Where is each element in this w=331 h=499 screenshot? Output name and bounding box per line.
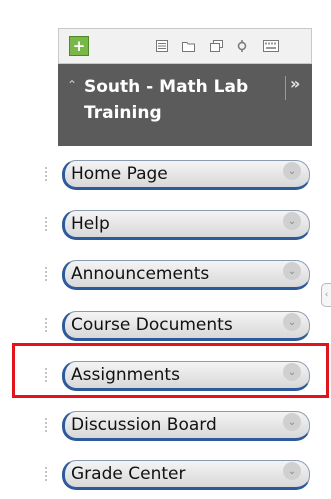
chevron-up-icon[interactable]: ⌃	[67, 78, 77, 92]
nav-item-label: Grade Center	[71, 464, 186, 484]
chevron-down-icon[interactable]: ⌄	[283, 313, 301, 331]
chevron-down-icon[interactable]: ⌄	[283, 413, 301, 431]
nav-item-discussion-board[interactable]: Discussion Board ⌄	[62, 411, 310, 441]
nav-item-label: Course Documents	[71, 315, 233, 335]
nav-item-course-documents[interactable]: Course Documents ⌄	[62, 311, 310, 341]
course-title[interactable]: South - Math Lab Training	[84, 74, 280, 126]
drag-handle-icon[interactable]	[45, 418, 52, 432]
add-menu-item-button[interactable]: +	[69, 36, 89, 56]
drag-handle-icon[interactable]	[45, 167, 52, 181]
nav-item-announcements[interactable]: Announcements ⌄	[62, 260, 310, 290]
collapse-menu-button[interactable]: »	[290, 74, 300, 93]
nav-item-label: Home Page	[71, 164, 168, 184]
refresh-icon[interactable]	[235, 39, 249, 53]
drag-handle-icon[interactable]	[45, 267, 52, 281]
chevron-down-icon[interactable]: ⌄	[283, 212, 301, 230]
chevron-left-icon: ‹	[324, 290, 329, 300]
folder-icon[interactable]	[181, 39, 195, 53]
drag-handle-icon[interactable]	[45, 318, 52, 332]
drag-handle-icon[interactable]	[45, 217, 52, 231]
chevron-down-icon[interactable]: ⌄	[283, 262, 301, 280]
header-divider	[285, 76, 286, 100]
side-collapse-handle[interactable]: ‹	[321, 283, 331, 307]
nav-item-home-page[interactable]: Home Page ⌄	[62, 160, 310, 190]
plus-icon: +	[72, 36, 86, 55]
course-menu-toolbar: +	[58, 28, 312, 64]
keyboard-icon[interactable]	[263, 39, 279, 53]
nav-item-label: Help	[71, 214, 110, 234]
nav-item-grade-center[interactable]: Grade Center ⌄	[62, 460, 310, 490]
nav-item-help[interactable]: Help ⌄	[62, 210, 310, 240]
highlight-box	[12, 343, 329, 398]
chevron-down-icon[interactable]: ⌄	[283, 162, 301, 180]
drag-handle-icon[interactable]	[45, 467, 52, 481]
list-icon[interactable]	[155, 39, 169, 53]
nav-item-label: Discussion Board	[71, 415, 217, 435]
chevron-down-icon[interactable]: ⌄	[283, 462, 301, 480]
window-icon[interactable]	[209, 39, 223, 53]
course-header: ⌃ South - Math Lab Training »	[58, 64, 312, 146]
nav-item-label: Announcements	[71, 264, 210, 284]
